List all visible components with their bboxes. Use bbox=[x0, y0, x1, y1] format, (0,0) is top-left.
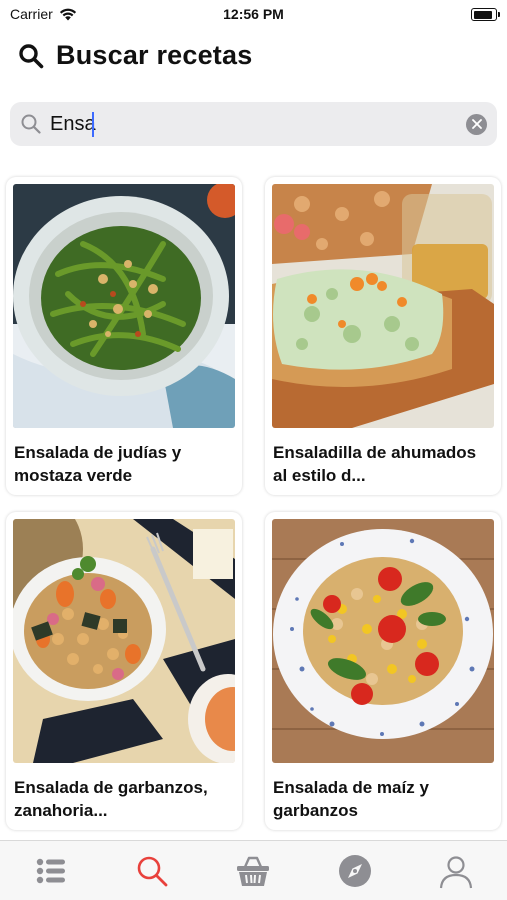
close-icon bbox=[471, 119, 482, 129]
recipe-card[interactable]: Ensaladilla de ahumados al estilo d... bbox=[265, 177, 501, 495]
search-icon bbox=[19, 43, 44, 68]
search-bar[interactable] bbox=[10, 102, 497, 146]
battery-icon bbox=[471, 8, 500, 21]
recipe-title: Ensalada de judías y mostaza verde bbox=[14, 443, 182, 485]
page-header: Buscar recetas bbox=[18, 40, 252, 71]
search-icon bbox=[137, 856, 168, 886]
search-field-icon bbox=[21, 114, 41, 134]
status-bar: Carrier 12:56 PM bbox=[0, 0, 507, 30]
tab-bar bbox=[0, 840, 507, 900]
recipe-image bbox=[272, 184, 494, 428]
compass-icon bbox=[338, 854, 371, 887]
user-icon bbox=[440, 855, 473, 888]
tab-list[interactable] bbox=[21, 846, 81, 896]
search-input[interactable] bbox=[50, 109, 466, 139]
tab-explore[interactable] bbox=[325, 846, 385, 896]
recipe-image bbox=[272, 519, 494, 763]
text-caret bbox=[92, 112, 94, 137]
recipe-title: Ensalada de garbanzos, zanahoria... bbox=[14, 778, 208, 820]
clear-search-button[interactable] bbox=[466, 113, 487, 135]
basket-icon bbox=[237, 856, 270, 886]
recipe-title: Ensalada de maíz y garbanzos bbox=[273, 778, 429, 820]
list-icon bbox=[36, 858, 65, 883]
page-title: Buscar recetas bbox=[56, 40, 253, 70]
recipe-card[interactable]: Ensalada de judías y mostaza verde bbox=[6, 177, 242, 495]
recipe-card[interactable]: Ensalada de maíz y garbanzos bbox=[265, 512, 501, 830]
status-time: 12:56 PM bbox=[223, 6, 284, 22]
recipe-title: Ensaladilla de ahumados al estilo d... bbox=[273, 443, 477, 485]
battery-fill bbox=[473, 10, 493, 19]
recipe-card[interactable]: Ensalada de garbanzos, zanahoria... bbox=[6, 512, 242, 830]
tab-basket[interactable] bbox=[223, 846, 283, 896]
recipe-image bbox=[13, 519, 235, 763]
tab-profile[interactable] bbox=[426, 846, 486, 896]
tab-search[interactable] bbox=[122, 846, 182, 896]
recipe-image bbox=[13, 184, 235, 428]
